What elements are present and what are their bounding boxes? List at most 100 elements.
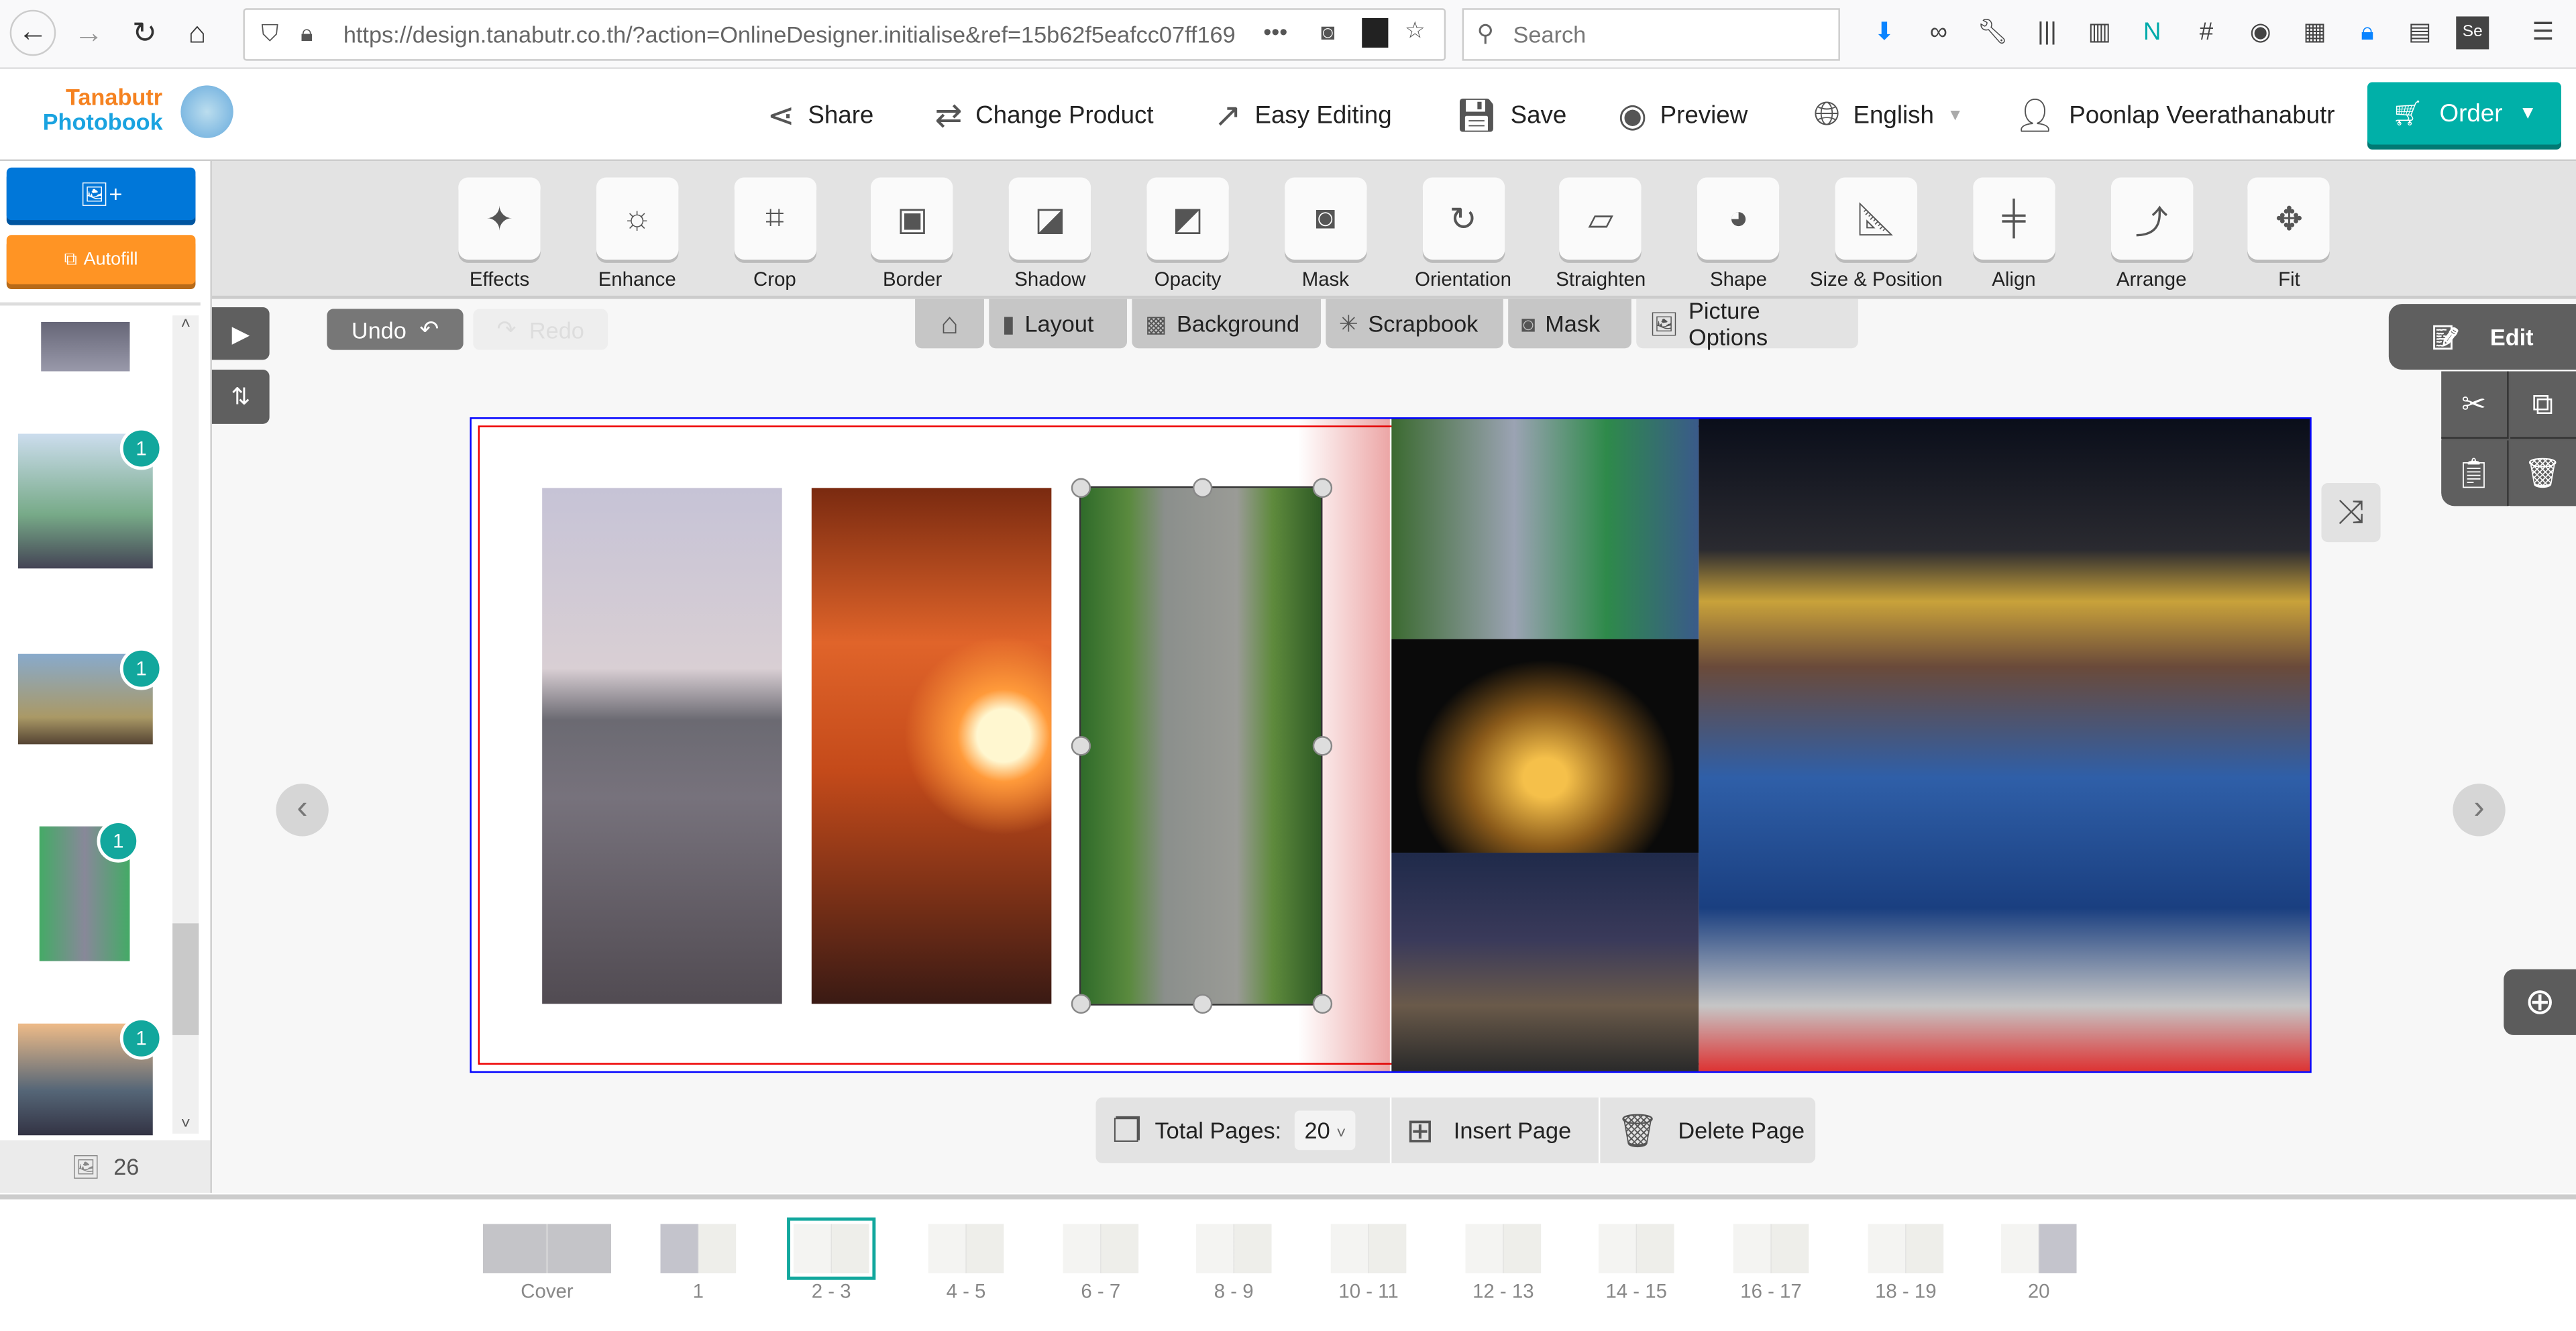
prev-page-button[interactable]: ‹ xyxy=(276,784,329,837)
tool-fit-button[interactable]: ✥ xyxy=(2248,177,2330,260)
mask-icon[interactable]: ∞ xyxy=(1922,16,1955,49)
photo-golden-mount[interactable] xyxy=(1391,639,1699,853)
user-menu[interactable]: 👤︎ Poonlap Veerathanabutr xyxy=(2014,95,2334,135)
tab-home[interactable]: ⌂ xyxy=(915,299,984,349)
delete-icon[interactable]: 🗑︎ xyxy=(2509,440,2576,507)
scrollbar-thumb[interactable] xyxy=(172,923,199,1035)
tool-effects-button[interactable]: ✦ xyxy=(458,177,541,260)
home-icon[interactable]: ⌂ xyxy=(177,13,217,53)
tool-opacity-button[interactable]: ◩ xyxy=(1146,177,1229,260)
resize-handle[interactable] xyxy=(1312,478,1333,498)
scroll-down-icon[interactable]: ˅ xyxy=(172,1116,199,1134)
tab-layout[interactable]: ▮ Layout xyxy=(989,299,1128,349)
expand-sidebar-button[interactable]: ▶ xyxy=(211,307,270,360)
shuffle-button[interactable]: ⤨ xyxy=(2321,483,2381,543)
page-thumbnail[interactable] xyxy=(1598,1224,1674,1273)
back-icon[interactable]: ← xyxy=(9,9,56,56)
tool-mask-button[interactable]: ◙ xyxy=(1284,177,1367,260)
library-icon[interactable]: ||| xyxy=(2031,16,2063,49)
pocket-icon[interactable]: ◙ xyxy=(1321,18,1335,44)
page-thumbnail[interactable] xyxy=(2000,1224,2077,1273)
lock-extension-icon[interactable]: 🔒︎ xyxy=(2351,16,2384,49)
page-thumbnail[interactable] xyxy=(660,1224,737,1273)
extension-icon[interactable] xyxy=(1362,17,1389,48)
more-icon[interactable]: ••• xyxy=(1263,18,1287,44)
tool-straighten-button[interactable]: ⏥ xyxy=(1560,177,1642,260)
insert-page-button[interactable]: ⊞ Insert Page xyxy=(1406,1108,1571,1154)
swap-button[interactable]: ⇅ xyxy=(211,370,270,424)
photo-alley-selected[interactable] xyxy=(1079,486,1323,1006)
page-thumbnail[interactable] xyxy=(1195,1224,1272,1273)
tool-align-button[interactable]: ╪ xyxy=(1972,177,2055,260)
sidebar-scrollbar[interactable]: ˄ ˅ xyxy=(172,315,199,1134)
tool-arrange-button[interactable]: ⤴ xyxy=(2110,177,2193,260)
save-button[interactable]: 💾︎ Save xyxy=(1456,95,1567,135)
add-photos-button[interactable]: 🖼︎+ xyxy=(6,167,196,221)
url-bar[interactable]: ⛉ 🔒︎ https://design.tanabutr.co.th/?acti… xyxy=(243,8,1446,61)
page-thumbnail[interactable] xyxy=(1868,1224,1944,1273)
preview-button[interactable]: ◉ Preview xyxy=(1618,95,1748,135)
delete-page-button[interactable]: 🗑︎ Delete Page xyxy=(1617,1108,1805,1154)
resize-handle[interactable] xyxy=(1071,478,1091,498)
page-thumbnail[interactable] xyxy=(1733,1224,1809,1273)
reload-icon[interactable]: ↻ xyxy=(125,13,164,53)
n-extension-icon[interactable]: N xyxy=(2136,16,2169,49)
page-thumbnail[interactable] xyxy=(1063,1224,1139,1273)
total-pages-select[interactable]: 20 ˅ xyxy=(1294,1110,1356,1151)
grid-extension-icon[interactable]: # xyxy=(2190,16,2223,49)
tab-picture-options[interactable]: 🖼︎ Picture Options xyxy=(1636,297,1858,350)
resize-handle[interactable] xyxy=(1071,736,1091,756)
tool-border-button[interactable]: ▣ xyxy=(871,177,954,260)
sidebar-icon[interactable]: ▥ xyxy=(2083,16,2116,49)
tab-scrapbook[interactable]: ✳ Scrapbook xyxy=(1326,299,1503,349)
resize-handle[interactable] xyxy=(1192,994,1213,1014)
tool-size-position-button[interactable]: 📐︎ xyxy=(1835,177,1917,260)
language-dropdown[interactable]: 🌐︎ English ▼ xyxy=(1814,95,1964,135)
photo-city-night[interactable] xyxy=(1391,853,1699,1071)
page-thumbnail[interactable] xyxy=(787,1217,876,1280)
search-input[interactable]: ⚲ Search xyxy=(1462,8,1840,61)
tool-enhance-button[interactable]: ☼ xyxy=(596,177,678,260)
photo-sunset[interactable] xyxy=(811,488,1052,1004)
resize-handle[interactable] xyxy=(1192,478,1213,498)
undo-button[interactable]: Undo ↶ xyxy=(327,309,464,350)
resize-handle[interactable] xyxy=(1312,994,1333,1014)
easy-editing-button[interactable]: ↗ Easy Editing xyxy=(1214,95,1392,135)
zoom-in-button[interactable]: ⊕ xyxy=(2504,969,2576,1035)
photo-tuk-tuk[interactable] xyxy=(1699,419,2310,1071)
menu-icon[interactable]: ☰ xyxy=(2527,16,2560,49)
scroll-up-icon[interactable]: ˄ xyxy=(172,315,199,333)
download-icon[interactable]: ⬇ xyxy=(1868,16,1901,49)
wrench-icon[interactable]: 🔧︎ xyxy=(1976,16,2009,49)
share-button[interactable]: ⋖ Share xyxy=(767,95,874,135)
notes-icon[interactable]: ▤ xyxy=(2404,16,2436,49)
selenium-icon[interactable]: Se xyxy=(2456,16,2489,50)
star-icon[interactable]: ☆ xyxy=(1405,16,1426,44)
order-button[interactable]: 🛒︎ Order ▼ xyxy=(2367,82,2561,145)
tool-crop-button[interactable]: ⌗ xyxy=(733,177,816,260)
change-product-button[interactable]: ⇄ Change Product xyxy=(934,95,1153,135)
page-thumbnail[interactable] xyxy=(928,1224,1004,1273)
copy-icon[interactable]: ⧉ xyxy=(2509,371,2576,439)
next-page-button[interactable]: › xyxy=(2453,784,2506,837)
tool-orientation-button[interactable]: ↻ xyxy=(1421,177,1505,260)
logo[interactable]: Tanabutr Photobook xyxy=(43,85,163,134)
photo-temple-guardian[interactable] xyxy=(1391,419,1699,639)
photo-temple-river[interactable] xyxy=(542,488,782,1004)
cut-icon[interactable]: ✂ xyxy=(2441,371,2508,439)
redo-button[interactable]: ↷ Redo xyxy=(473,309,608,350)
autofill-button[interactable]: ⧉ Autofill xyxy=(6,235,196,284)
tool-shape-button[interactable]: ◕ xyxy=(1697,177,1780,260)
tool-shadow-button[interactable]: ◪ xyxy=(1009,177,1091,260)
resize-handle[interactable] xyxy=(1071,994,1091,1014)
forward-icon[interactable]: → xyxy=(69,13,109,53)
page-thumbnail[interactable] xyxy=(1330,1224,1407,1273)
tab-mask[interactable]: ◙ Mask xyxy=(1508,299,1631,349)
paste-icon[interactable]: 📋︎ xyxy=(2441,440,2508,507)
resize-handle[interactable] xyxy=(1312,736,1333,756)
page-thumbnail[interactable] xyxy=(483,1224,612,1273)
photo-thumbnail[interactable] xyxy=(41,322,130,372)
extension-icon[interactable]: ◉ xyxy=(2244,16,2277,49)
tab-background[interactable]: ▩ Background xyxy=(1132,299,1321,349)
page-thumbnail[interactable] xyxy=(1465,1224,1542,1273)
